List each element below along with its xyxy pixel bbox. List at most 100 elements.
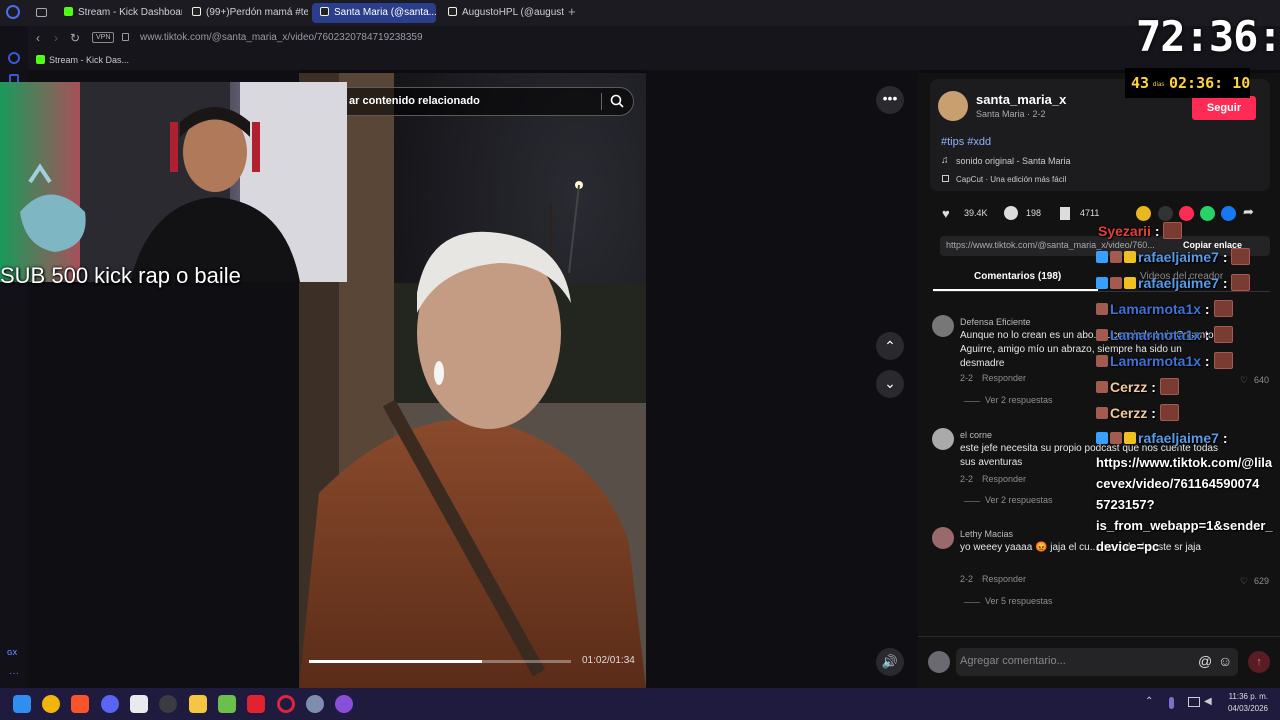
commenter-avatar[interactable] [932, 315, 954, 337]
capcut-link[interactable]: CapCut · Una edición más fácil [956, 175, 1066, 184]
store-icon[interactable] [130, 695, 148, 713]
sound-link[interactable]: sonido original - Santa Maria [956, 156, 1071, 166]
vpn-badge[interactable]: VPN [92, 32, 115, 43]
opera-logo-icon[interactable] [6, 5, 20, 19]
chat-badge-icon [1124, 251, 1136, 263]
search-icon[interactable] [610, 94, 624, 108]
coin-app-icon[interactable] [42, 695, 60, 713]
tab-perdon-mama[interactable]: (99+)Perdón mamá #tema [184, 3, 308, 23]
file-explorer-icon[interactable] [189, 695, 207, 713]
reply-button[interactable]: Responder [982, 474, 1026, 484]
commenter-avatar[interactable] [932, 527, 954, 549]
chevron-up-icon[interactable]: ⌃ [1145, 696, 1153, 707]
chat-separator: : [1147, 379, 1160, 395]
aria-icon[interactable] [8, 52, 20, 64]
chat-username[interactable]: rafaeljaime7 [1138, 430, 1219, 446]
chat-username[interactable]: Cerzz [1110, 379, 1147, 395]
red-app-icon[interactable] [247, 695, 265, 713]
reply-button[interactable]: Responder [982, 373, 1026, 383]
webcam-feed [0, 82, 347, 282]
emoji-icon[interactable]: ☺ [1218, 653, 1232, 669]
gamepad-icon[interactable] [218, 695, 236, 713]
heart-icon[interactable]: ♡ [1240, 576, 1248, 587]
chat-emote-icon [1231, 248, 1251, 265]
commenter-name[interactable]: Defensa Eficiente [960, 317, 1031, 327]
microphone-icon[interactable] [1169, 697, 1174, 709]
hashtags[interactable]: #tips #xdd [941, 136, 991, 148]
tab-augustohpl[interactable]: AugustoHPL (@augustohp... [440, 3, 564, 23]
chat-username[interactable]: Cerzz [1110, 405, 1147, 421]
tab-kick-dashboard[interactable]: Stream - Kick Dashboard [56, 3, 182, 23]
tab-comments[interactable]: Comentarios (198) [974, 271, 1061, 282]
comment-icon[interactable] [1004, 206, 1018, 220]
gx-icon[interactable]: GX [7, 650, 17, 657]
opera-gx-icon[interactable] [277, 695, 295, 713]
embed-icon[interactable] [1158, 206, 1173, 221]
more-options-button[interactable]: ••• [876, 86, 904, 114]
whatsapp-icon[interactable] [1200, 206, 1215, 221]
video-player[interactable]: 01:02/01:34 [299, 73, 646, 688]
commenter-avatar[interactable] [932, 428, 954, 450]
chat-username[interactable]: rafaeljaime7 [1138, 275, 1219, 291]
share-icon[interactable]: ➦ [1243, 204, 1254, 220]
windows-start-icon[interactable] [13, 695, 31, 713]
author-avatar[interactable] [938, 91, 968, 121]
view-replies-button[interactable]: Ver 5 respuestas [985, 596, 1053, 606]
chat-username[interactable]: Syezarii [1098, 223, 1151, 239]
back-button[interactable]: ‹ [36, 26, 40, 50]
reply-button[interactable]: Responder [982, 574, 1026, 584]
user-avatar[interactable] [928, 651, 950, 673]
bookmark-icon[interactable] [1060, 207, 1070, 220]
coin-icon[interactable] [1136, 206, 1151, 221]
comment-date: 2-2 [960, 373, 974, 383]
follow-button[interactable]: Seguir [1192, 96, 1256, 120]
chat-badge-icon [1110, 251, 1122, 263]
chat-username[interactable]: rafaeljaime7 [1138, 249, 1219, 265]
tab-santa-maria[interactable]: Santa Maria (@santa... [312, 3, 436, 23]
view-replies-button[interactable]: Ver 2 respuestas [985, 395, 1053, 405]
discord-icon[interactable] [101, 695, 119, 713]
bookmark-kick-dashboard[interactable]: Stream - Kick Das... [49, 50, 129, 70]
heart-icon[interactable]: ♥ [942, 206, 950, 221]
related-search-input[interactable]: ar contenido relacionado [312, 87, 634, 116]
tiktok-icon [320, 7, 329, 16]
speaker-icon[interactable]: ◀ [1204, 696, 1212, 707]
settings-gear-icon[interactable] [306, 695, 324, 713]
author-username[interactable]: santa_maria_x [976, 92, 1066, 107]
post-comment-button[interactable]: ↑ [1248, 651, 1270, 673]
url-field[interactable]: www.tiktok.com/@santa_maria_x/video/7602… [140, 26, 423, 50]
network-icon[interactable] [1188, 697, 1200, 707]
comment-date: 2-2 [960, 474, 974, 484]
chat-separator: : [1218, 275, 1232, 291]
obs-icon[interactable] [159, 695, 177, 713]
video-time: 01:02/01:34 [582, 655, 635, 666]
reload-button[interactable]: ↻ [70, 26, 80, 50]
chat-username[interactable]: Lamarmota1x [1110, 301, 1201, 317]
video-progress-track[interactable] [309, 660, 571, 663]
commenter-name[interactable]: Lethy Macias [960, 529, 1013, 539]
chat-username[interactable]: Lamarmota1x [1110, 327, 1201, 343]
chat-badge-icon [1110, 277, 1122, 289]
taskbar-time[interactable]: 11:36 p. m. [1222, 692, 1268, 701]
chat-username[interactable]: Lamarmota1x [1110, 353, 1201, 369]
more-icon[interactable]: ··· [9, 668, 19, 679]
facebook-icon[interactable] [1221, 206, 1236, 221]
taskbar-date[interactable]: 04/03/2026 [1222, 704, 1268, 713]
previous-video-button[interactable]: ⌃ [876, 332, 904, 360]
chat-separator: : [1201, 353, 1214, 369]
purple-app-icon[interactable] [335, 695, 353, 713]
chat-badge-icon [1096, 355, 1108, 367]
comment-input[interactable]: Agregar comentario... @ ☺ [956, 648, 1238, 676]
next-video-button[interactable]: ⌄ [876, 370, 904, 398]
forward-button[interactable]: › [54, 26, 58, 50]
chat-emote-icon [1159, 378, 1179, 395]
view-replies-button[interactable]: Ver 2 respuestas [985, 495, 1053, 505]
brave-icon[interactable] [71, 695, 89, 713]
tab-manager-icon[interactable] [36, 8, 47, 17]
address-bar: ‹ › ↻ VPN www.tiktok.com/@santa_maria_x/… [28, 26, 1280, 50]
send-icon[interactable] [1179, 206, 1194, 221]
new-tab-button[interactable]: + [568, 4, 576, 19]
commenter-name[interactable]: el corne [960, 430, 992, 440]
mention-icon[interactable]: @ [1198, 653, 1212, 669]
volume-button[interactable]: 🔊 [876, 648, 904, 676]
